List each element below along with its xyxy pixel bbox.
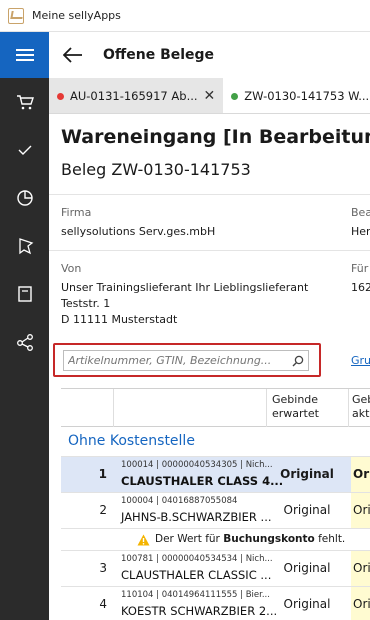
article-search-input[interactable] xyxy=(68,354,278,367)
back-arrow-icon xyxy=(63,47,82,63)
window-titlebar: Meine sellyApps xyxy=(0,0,370,32)
row-name: KOESTR SCHWARZBIER 2... xyxy=(121,604,278,618)
row-number: 4 xyxy=(99,597,107,611)
header-gebinde-aktuell[interactable]: Geb aktu xyxy=(352,393,370,421)
status-dot xyxy=(231,92,239,100)
navigation-rail xyxy=(0,32,49,620)
row-gebinde-erwartet: Original xyxy=(283,597,331,611)
group-link[interactable]: Gru xyxy=(351,354,370,367)
close-tab-icon[interactable]: ✕ xyxy=(204,88,216,104)
firma-label: Firma xyxy=(61,206,92,219)
row-gebinde-aktuell[interactable]: Ori xyxy=(351,551,370,586)
group-header[interactable]: Ohne Kostenstelle xyxy=(61,427,370,457)
hamburger-menu-button[interactable] xyxy=(0,32,49,78)
rail-item-book[interactable] xyxy=(0,270,49,318)
back-button[interactable] xyxy=(55,32,91,78)
row-number: 3 xyxy=(99,561,107,575)
page-title: Offene Belege xyxy=(103,47,215,63)
articles-table: Gebinde erwartet Geb aktu Ohne Kostenste… xyxy=(61,388,370,620)
rail-item-check[interactable] xyxy=(0,126,49,174)
row-meta: 100781 | 00000040534534 | Nich... xyxy=(121,554,273,564)
row-meta: 110104 | 04014964111555 | Bier... xyxy=(121,590,270,600)
von-line-1: Unser Trainingslieferant Ihr Lieblingsli… xyxy=(61,281,309,294)
table-row[interactable]: 1 100014 | 00000040534305 | Nich... CLAU… xyxy=(61,457,370,493)
rail-item-share[interactable] xyxy=(0,318,49,366)
row-gebinde-aktuell[interactable]: Ori xyxy=(351,493,370,528)
article-search-box[interactable] xyxy=(63,350,309,371)
tab-zw-0130[interactable]: ZW-0130-141753 W... xyxy=(223,78,370,113)
table-header: Gebinde erwartet Geb aktu xyxy=(61,389,370,427)
table-row[interactable]: 4 110104 | 04014964111555 | Bier... KOES… xyxy=(61,587,370,620)
rail-item-cart[interactable] xyxy=(0,78,49,126)
warning-row: Der Wert für Buchungskonto fehlt. xyxy=(61,529,370,551)
bea-value: Her xyxy=(351,225,370,238)
table-row[interactable]: 2 100004 | 04016887055084 JAHNS-B.SCHWAR… xyxy=(61,493,370,529)
table-row[interactable]: 3 100781 | 00000040534534 | Nich... CLAU… xyxy=(61,551,370,587)
row-gebinde-aktuell[interactable]: Ori xyxy=(351,457,370,492)
row-name: JAHNS-B.SCHWARZBIER ... xyxy=(121,510,272,524)
row-gebinde-erwartet: Original xyxy=(280,467,334,481)
warning-message: Der Wert für Buchungskonto fehlt. xyxy=(155,533,346,545)
tab-au-0131[interactable]: AU-0131-165917 Ab... ✕ xyxy=(49,78,224,113)
row-meta: 100004 | 04016887055084 xyxy=(121,496,238,506)
row-number: 2 xyxy=(99,503,107,517)
checkmark-icon xyxy=(18,145,31,155)
von-label: Von xyxy=(61,262,82,275)
document-title: Wareneingang [In Bearbeitung xyxy=(61,126,370,148)
tab-label: AU-0131-165917 Ab... xyxy=(70,89,198,103)
header-gebinde-erwartet[interactable]: Gebinde erwartet xyxy=(272,393,319,421)
row-name: CLAUSTHALER CLASSIC ... xyxy=(121,568,272,582)
rail-item-delivery[interactable] xyxy=(0,222,49,270)
network-share-icon xyxy=(16,334,33,351)
cart-icon xyxy=(16,95,34,110)
rail-item-reports[interactable] xyxy=(0,174,49,222)
document-content: Wareneingang [In Bearbeitung Beleg ZW-01… xyxy=(49,114,370,620)
von-line-2: Teststr. 1 xyxy=(61,297,111,310)
status-dot xyxy=(57,92,64,100)
tab-label: ZW-0130-141753 W... xyxy=(244,89,370,103)
book-icon xyxy=(17,286,32,302)
warning-icon xyxy=(137,534,150,546)
hamburger-icon xyxy=(15,49,34,61)
pie-chart-icon xyxy=(16,190,33,206)
von-line-3: D 11111 Musterstadt xyxy=(61,313,178,326)
bea-label: Bea xyxy=(351,206,370,219)
divider xyxy=(49,194,370,195)
window-title: Meine sellyApps xyxy=(32,9,121,22)
search-icon[interactable] xyxy=(292,355,304,367)
firma-value: sellysolutions Serv.ges.mbH xyxy=(61,225,216,238)
fur-value: 162 xyxy=(351,281,370,294)
fur-label: Für xyxy=(351,262,369,275)
divider xyxy=(49,250,370,251)
row-name: CLAUSTHALER CLASS 4... xyxy=(121,474,284,488)
app-logo-icon xyxy=(8,7,24,24)
send-tag-icon xyxy=(18,238,33,255)
row-meta: 100014 | 00000040534305 | Nich... xyxy=(121,460,273,470)
document-tabs: AU-0131-165917 Ab... ✕ ZW-0130-141753 W.… xyxy=(49,78,370,114)
row-gebinde-erwartet: Original xyxy=(283,561,331,575)
row-gebinde-erwartet: Original xyxy=(283,503,331,517)
document-subtitle: Beleg ZW-0130-141753 xyxy=(61,160,251,179)
page-header: Offene Belege xyxy=(49,32,370,78)
row-gebinde-aktuell[interactable]: Ori xyxy=(351,587,370,620)
group-label: Ohne Kostenstelle xyxy=(68,433,195,449)
row-number: 1 xyxy=(98,467,107,481)
